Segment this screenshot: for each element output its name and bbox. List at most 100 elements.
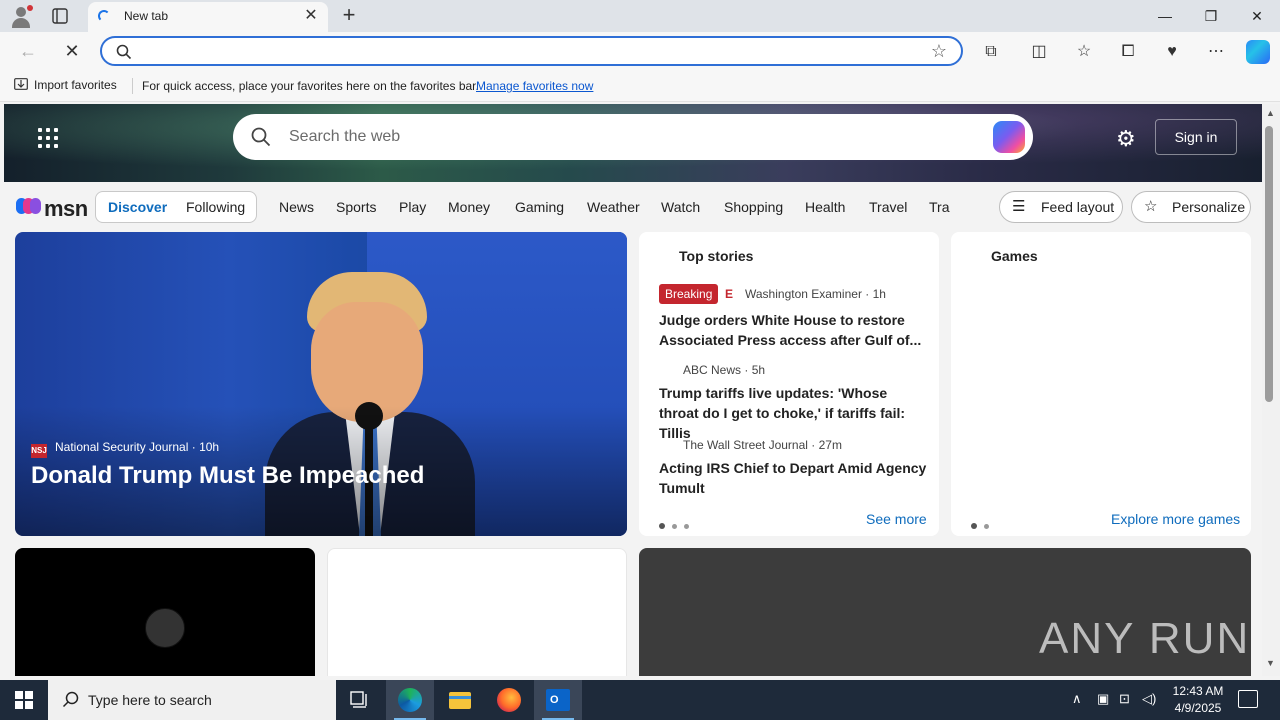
close-window-button[interactable]: ✕	[1234, 0, 1280, 32]
sliders-icon: ☰	[1012, 198, 1026, 215]
placeholder-card[interactable]	[327, 548, 627, 676]
apps-launcher-icon[interactable]	[38, 128, 58, 148]
minimize-button[interactable]: —	[1142, 0, 1188, 32]
tab-title: New tab	[124, 9, 169, 23]
volume-icon[interactable]: ◁)	[1142, 691, 1156, 707]
close-tab-icon[interactable]: ✕	[302, 7, 320, 25]
nav-link-money[interactable]: Money	[448, 199, 490, 215]
main-story-card[interactable]: NSJ National Security Journal · 10h Donal…	[15, 232, 627, 536]
file-explorer-icon[interactable]	[436, 680, 484, 720]
copilot-icon[interactable]	[993, 121, 1025, 153]
taskbar-search-placeholder: Type here to search	[88, 692, 212, 708]
network-icon[interactable]: ⊡	[1119, 691, 1130, 707]
sparkle-star-icon: ☆	[1144, 198, 1158, 215]
import-favorites-button[interactable]: Import favorites	[14, 78, 117, 92]
outlook-icon[interactable]: O	[534, 680, 582, 720]
story-2-source: ABC News · 5h	[683, 363, 766, 377]
loading-spinner-icon	[98, 10, 110, 22]
nav-link-travel[interactable]: Travel	[869, 199, 907, 215]
story-2-headline[interactable]: Trump tariffs live updates: 'Whose throa…	[659, 383, 929, 443]
profile-icon[interactable]	[8, 4, 34, 30]
story-1-headline[interactable]: Judge orders White House to restore Asso…	[659, 310, 929, 350]
restore-button[interactable]: ❐	[1188, 0, 1234, 32]
story-headline[interactable]: Donald Trump Must Be Impeached	[31, 462, 424, 490]
logo-text: msn	[44, 196, 88, 221]
new-tab-button[interactable]: +	[338, 4, 360, 26]
sign-in-button[interactable]: Sign in	[1155, 119, 1237, 155]
breaking-badge: Breaking	[659, 284, 719, 304]
favorites-bar: Import favorites For quick access, place…	[0, 70, 1280, 102]
tab-discover[interactable]: Discover	[108, 199, 167, 215]
see-more-link[interactable]: See more	[866, 511, 927, 527]
taskbar-search[interactable]: Type here to search	[48, 680, 336, 720]
taskbar-clock[interactable]: 12:43 AM 4/9/2025	[1168, 683, 1228, 717]
search-icon	[116, 44, 132, 60]
scroll-thumb[interactable]	[1265, 126, 1273, 402]
nav-link-sports[interactable]: Sports	[336, 199, 376, 215]
device-icon[interactable]: ▣	[1097, 691, 1109, 707]
start-button[interactable]	[0, 680, 48, 720]
feed-layout-label: Feed layout	[1041, 199, 1115, 215]
games-card: Games Explore more games	[951, 232, 1251, 536]
search-placeholder: Search the web	[289, 128, 401, 145]
collections-icon[interactable]: ⧠	[1117, 41, 1139, 63]
tab-following[interactable]: Following	[186, 199, 245, 215]
washington-examiner-icon: E	[725, 287, 734, 301]
manage-favorites-link[interactable]: Manage favorites now	[476, 79, 593, 93]
games-title: Games	[991, 248, 1038, 264]
story-3-headline[interactable]: Acting IRS Chief to Depart Amid Agency T…	[659, 458, 929, 498]
feed-layout-button[interactable]: ☰ Feed layout	[999, 191, 1123, 223]
wide-card[interactable]: ANY RUN	[639, 548, 1251, 676]
browser-essentials-icon[interactable]: ♥	[1161, 41, 1183, 63]
task-view-icon[interactable]	[336, 680, 384, 720]
nav-link-weather[interactable]: Weather	[587, 199, 640, 215]
more-menu-icon[interactable]: ⋯	[1205, 41, 1227, 63]
search-icon	[251, 127, 271, 147]
msn-page: Search the web ⚙ Sign in msn Discover Fo…	[4, 104, 1262, 676]
page-scrollbar[interactable]: ▲ ▼	[1262, 104, 1280, 676]
nav-link-health[interactable]: Health	[805, 199, 845, 215]
browser-toolbar: ← ✕ ☆ ⧉ ◫ ☆ ⧠ ♥ ⋯	[0, 32, 1280, 70]
nav-link-shopping[interactable]: Shopping	[724, 199, 783, 215]
scroll-up-icon[interactable]: ▲	[1266, 108, 1275, 118]
favbar-message: For quick access, place your favorites h…	[142, 79, 479, 93]
copilot-icon[interactable]	[1246, 40, 1270, 64]
edge-taskbar-icon[interactable]	[386, 680, 434, 720]
split-screen-icon[interactable]: ◫	[1028, 41, 1050, 63]
tab-strip: New tab ✕ + — ❐ ✕	[0, 0, 1280, 32]
extensions-icon[interactable]: ⧉	[980, 41, 1002, 63]
explore-games-link[interactable]: Explore more games	[1111, 511, 1240, 527]
search-icon	[62, 691, 79, 708]
firefox-icon[interactable]	[485, 680, 533, 720]
video-card[interactable]	[15, 548, 315, 676]
notification-center-icon[interactable]	[1238, 690, 1258, 708]
tray-overflow-icon[interactable]: ∧	[1072, 691, 1082, 707]
nav-link-play[interactable]: Play	[399, 199, 426, 215]
nav-link-watch[interactable]: Watch	[661, 199, 700, 215]
scroll-down-icon[interactable]: ▼	[1266, 658, 1275, 668]
web-search-box[interactable]: Search the web	[233, 114, 1033, 160]
clock-time: 12:43 AM	[1172, 684, 1224, 698]
back-button[interactable]: ←	[16, 39, 40, 63]
favorite-star-icon[interactable]: ☆	[931, 41, 947, 62]
settings-gear-icon[interactable]: ⚙	[1116, 126, 1136, 152]
import-favorites-label: Import favorites	[34, 78, 117, 92]
msn-nav: msn Discover Following News Sports Play …	[4, 182, 1262, 232]
nav-link-news[interactable]: News	[279, 199, 314, 215]
address-bar[interactable]: ☆	[100, 36, 963, 66]
nav-link-gaming[interactable]: Gaming	[515, 199, 564, 215]
personalize-button[interactable]: ☆ Personalize	[1131, 191, 1251, 223]
top-stories-title: Top stories	[679, 248, 754, 264]
tab-actions-icon[interactable]	[46, 6, 74, 26]
stop-loading-button[interactable]: ✕	[60, 39, 84, 63]
source-logo: NSJ	[31, 444, 47, 458]
carousel-dots[interactable]	[659, 516, 696, 534]
nav-link-truncated[interactable]: Tra	[929, 199, 951, 215]
favorites-icon[interactable]: ☆	[1073, 41, 1095, 63]
games-carousel-dots[interactable]	[971, 516, 996, 534]
windows-taskbar: Type here to search O ∧ ▣ ⊡ ◁) 12:43 AM …	[0, 680, 1280, 720]
loading-circle-icon	[145, 608, 185, 648]
story-1-source: Washington Examiner · 1h	[745, 287, 886, 301]
source-name: National Security Journal	[55, 440, 189, 454]
tab-new-tab[interactable]: New tab ✕	[88, 2, 328, 32]
